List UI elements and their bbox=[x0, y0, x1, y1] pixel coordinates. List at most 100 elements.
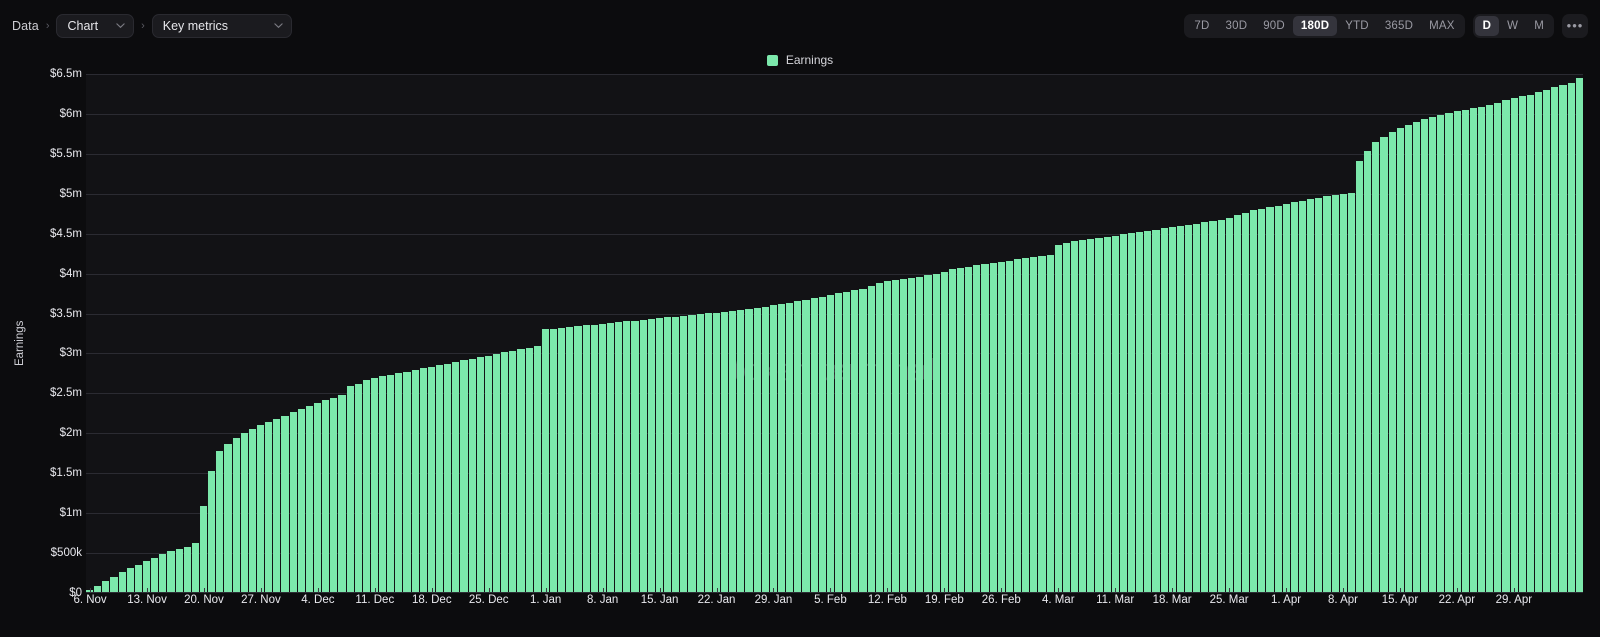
bar[interactable] bbox=[704, 313, 712, 592]
bar[interactable] bbox=[1567, 82, 1575, 592]
bar[interactable] bbox=[199, 505, 208, 592]
bar[interactable] bbox=[362, 380, 370, 592]
bar[interactable] bbox=[957, 267, 965, 592]
bar[interactable] bbox=[159, 554, 167, 592]
bar[interactable] bbox=[834, 293, 843, 592]
bar[interactable] bbox=[997, 261, 1005, 592]
bar[interactable] bbox=[1388, 132, 1396, 592]
bar[interactable] bbox=[1128, 233, 1136, 592]
bar[interactable] bbox=[777, 304, 786, 592]
bar[interactable] bbox=[1355, 160, 1364, 592]
bar[interactable] bbox=[1103, 236, 1111, 592]
bar[interactable] bbox=[663, 317, 672, 592]
bar[interactable] bbox=[631, 320, 639, 592]
bar[interactable] bbox=[126, 568, 134, 592]
bar[interactable] bbox=[256, 425, 265, 592]
bar[interactable] bbox=[867, 286, 875, 592]
bar[interactable] bbox=[1526, 94, 1535, 592]
bar[interactable] bbox=[183, 546, 191, 592]
bar[interactable] bbox=[1437, 114, 1445, 592]
bar[interactable] bbox=[370, 378, 379, 592]
bar[interactable] bbox=[1307, 199, 1315, 592]
bar[interactable] bbox=[1258, 208, 1266, 592]
bar[interactable] bbox=[1372, 142, 1380, 592]
interval-button-w[interactable]: W bbox=[1499, 16, 1526, 36]
bar[interactable] bbox=[1111, 235, 1119, 592]
breadcrumb-root[interactable]: Data bbox=[12, 19, 39, 33]
bar[interactable] bbox=[981, 264, 989, 592]
bar[interactable] bbox=[1038, 255, 1046, 592]
bar[interactable] bbox=[1510, 97, 1518, 592]
bar[interactable] bbox=[134, 564, 142, 592]
bar[interactable] bbox=[297, 409, 305, 592]
bar[interactable] bbox=[1233, 215, 1241, 592]
bar[interactable] bbox=[607, 322, 615, 592]
chart-type-dropdown[interactable]: Chart bbox=[56, 13, 135, 38]
bar[interactable] bbox=[794, 301, 802, 592]
bar[interactable] bbox=[655, 318, 663, 592]
bar[interactable] bbox=[680, 315, 688, 592]
bar[interactable] bbox=[818, 296, 826, 592]
bar[interactable] bbox=[1241, 212, 1250, 592]
bar[interactable] bbox=[1486, 104, 1494, 592]
bar[interactable] bbox=[729, 310, 737, 592]
bar[interactable] bbox=[712, 312, 720, 592]
bar[interactable] bbox=[875, 283, 883, 592]
bar[interactable] bbox=[1266, 207, 1274, 592]
bar[interactable] bbox=[802, 299, 810, 592]
range-button-30d[interactable]: 30D bbox=[1218, 16, 1256, 36]
bar[interactable] bbox=[1347, 192, 1355, 592]
bar[interactable] bbox=[509, 350, 517, 592]
bar[interactable] bbox=[1062, 243, 1071, 592]
bar[interactable] bbox=[216, 451, 224, 592]
bar[interactable] bbox=[1502, 100, 1510, 592]
bar[interactable] bbox=[265, 421, 273, 592]
bar[interactable] bbox=[419, 368, 427, 592]
bar[interactable] bbox=[582, 325, 590, 592]
bar[interactable] bbox=[1429, 116, 1437, 592]
bar[interactable] bbox=[891, 280, 900, 592]
bar[interactable] bbox=[379, 376, 387, 592]
bar[interactable] bbox=[411, 370, 419, 592]
bar[interactable] bbox=[94, 585, 102, 592]
bar[interactable] bbox=[1331, 195, 1339, 592]
bar[interactable] bbox=[175, 548, 183, 592]
bar[interactable] bbox=[1575, 77, 1583, 592]
range-button-max[interactable]: MAX bbox=[1421, 16, 1463, 36]
bar[interactable] bbox=[1087, 239, 1095, 592]
bar[interactable] bbox=[1494, 102, 1502, 592]
bar[interactable] bbox=[1160, 228, 1168, 592]
bar[interactable] bbox=[313, 402, 322, 592]
bar[interactable] bbox=[460, 360, 468, 592]
bar[interactable] bbox=[151, 557, 159, 592]
bar[interactable] bbox=[452, 362, 460, 592]
bar[interactable] bbox=[1054, 244, 1062, 592]
bar[interactable] bbox=[590, 324, 598, 592]
bar[interactable] bbox=[989, 263, 997, 592]
bar[interactable] bbox=[1478, 106, 1486, 592]
bar[interactable] bbox=[786, 302, 794, 592]
bar[interactable] bbox=[493, 354, 501, 592]
bar[interactable] bbox=[330, 397, 338, 592]
bar[interactable] bbox=[639, 319, 647, 592]
bar[interactable] bbox=[1079, 240, 1087, 592]
bar[interactable] bbox=[761, 306, 769, 592]
bar[interactable] bbox=[843, 291, 851, 592]
bar[interactable] bbox=[191, 542, 199, 592]
bar[interactable] bbox=[322, 400, 330, 592]
bar[interactable] bbox=[566, 326, 574, 592]
bar[interactable] bbox=[102, 580, 110, 592]
bar[interactable] bbox=[932, 274, 940, 592]
bar[interactable] bbox=[224, 443, 232, 592]
bar[interactable] bbox=[1469, 108, 1478, 592]
bar[interactable] bbox=[1014, 259, 1022, 592]
bar[interactable] bbox=[1136, 231, 1144, 592]
bar[interactable] bbox=[1380, 136, 1388, 592]
bar[interactable] bbox=[1396, 128, 1404, 592]
bar[interactable] bbox=[598, 323, 606, 592]
bar[interactable] bbox=[924, 275, 932, 592]
bar[interactable] bbox=[484, 355, 493, 592]
bar[interactable] bbox=[1225, 217, 1233, 592]
bar[interactable] bbox=[1298, 200, 1307, 592]
bar[interactable] bbox=[696, 314, 704, 592]
